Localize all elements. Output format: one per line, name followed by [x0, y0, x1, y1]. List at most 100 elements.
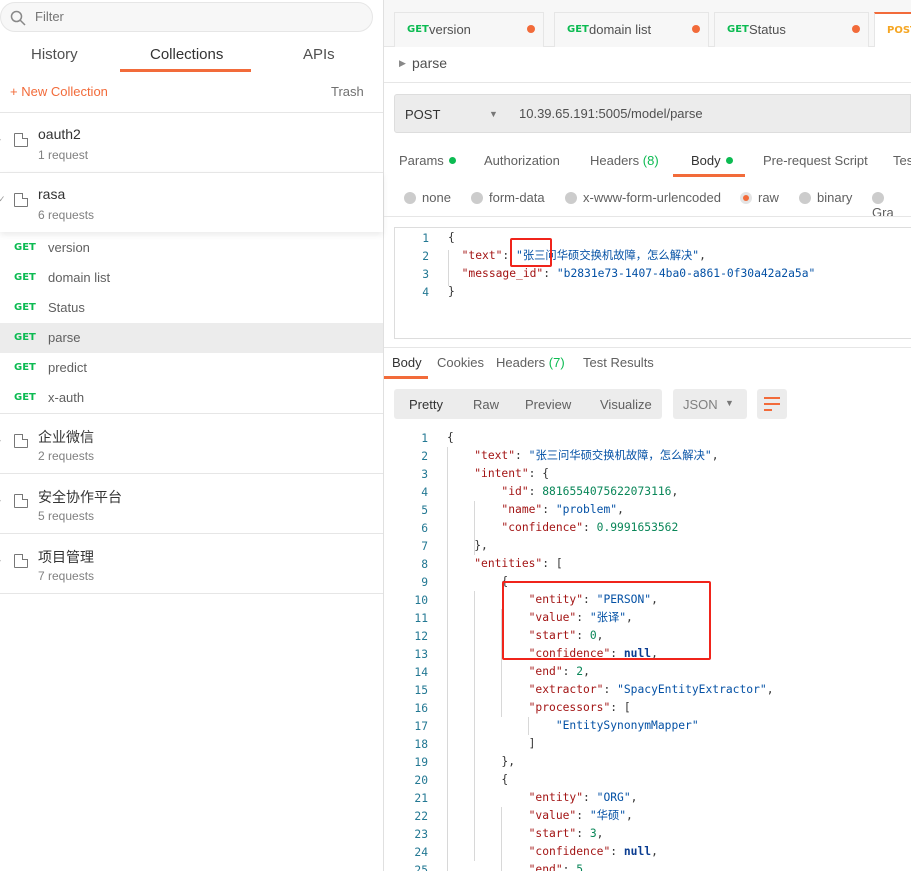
- code-token: : [: [542, 557, 563, 570]
- line-number: 20: [414, 774, 428, 787]
- folder-icon: [14, 434, 28, 448]
- view-raw[interactable]: Raw: [473, 397, 499, 412]
- tab-params[interactable]: Params: [399, 153, 456, 168]
- request-item[interactable]: GET Status: [0, 293, 383, 323]
- indent-guide: [474, 591, 475, 861]
- code-token: "张三问华硕交换机故障，怎么解决": [528, 449, 712, 462]
- collection-2[interactable]: › 企业微信 2 requests: [0, 413, 383, 473]
- body-type-x-www-form-urlencoded[interactable]: x-www-form-urlencoded: [565, 190, 721, 205]
- collection-3[interactable]: › 安全协作平台 5 requests: [0, 473, 383, 533]
- tab-pre-request-script[interactable]: Pre-request Script: [763, 153, 868, 168]
- tab-tes[interactable]: Tes: [893, 153, 911, 168]
- request-item[interactable]: GET domain list: [0, 263, 383, 293]
- collection-name: 安全协作平台: [38, 489, 122, 505]
- view-pretty[interactable]: Pretty: [409, 397, 443, 412]
- collection-4[interactable]: › 项目管理 7 requests: [0, 533, 383, 593]
- tab-body[interactable]: Body: [691, 153, 733, 168]
- body-type-binary[interactable]: binary: [799, 190, 852, 205]
- search-icon: [10, 10, 26, 26]
- code-token: "processors": [528, 701, 611, 714]
- code-token: :: [603, 683, 618, 696]
- url-field[interactable]: [509, 94, 911, 133]
- tab-collections[interactable]: Collections: [150, 46, 223, 63]
- caret-right-icon[interactable]: ▶: [399, 58, 406, 69]
- new-collection-button[interactable]: + New Collection: [10, 84, 108, 99]
- method-badge: GET: [567, 24, 589, 35]
- response-tab-headers[interactable]: Headers (7): [496, 355, 565, 370]
- request-body-editor[interactable]: 1 {2 "text": "张三问华硕交换机故障，怎么解决", 3 "message…: [394, 227, 911, 339]
- code-token: "intent": [474, 467, 529, 480]
- divider: [384, 347, 911, 348]
- chevron-right-icon[interactable]: ›: [0, 495, 1, 505]
- request-item[interactable]: GET predict: [0, 353, 383, 383]
- line-number: 4: [421, 486, 428, 499]
- chevron-right-icon[interactable]: ›: [0, 555, 1, 565]
- code-token: "confidence": [501, 521, 584, 534]
- request-item[interactable]: GET parse: [0, 323, 383, 353]
- request-tab[interactable]: GET Status: [714, 12, 869, 47]
- response-tab-test-results[interactable]: Test Results: [583, 355, 654, 370]
- response-tab-body[interactable]: Body: [392, 355, 422, 370]
- collection-1[interactable]: ✓ rasa 6 requests: [0, 172, 383, 232]
- tab-label: Tes: [893, 153, 911, 168]
- code-line: {: [447, 429, 454, 447]
- tab-label: Headers: [590, 153, 640, 168]
- request-tab[interactable]: POST: [874, 12, 911, 47]
- response-tab-cookies[interactable]: Cookies: [437, 355, 484, 370]
- view-visualize[interactable]: Visualize: [600, 397, 652, 412]
- body-type-none[interactable]: none: [404, 190, 451, 205]
- code-line: "confidence": null,: [447, 843, 658, 861]
- radio-icon: [799, 192, 811, 204]
- body-type-raw[interactable]: raw: [740, 190, 779, 205]
- trash-button[interactable]: Trash: [331, 84, 364, 99]
- unsaved-dot-icon: [527, 25, 535, 33]
- active-tab-indicator: [673, 174, 745, 177]
- tab-apis[interactable]: APIs: [303, 46, 335, 63]
- line-number: 19: [414, 756, 428, 769]
- radio-label: binary: [817, 190, 853, 205]
- radio-icon: [740, 192, 752, 204]
- tab-label: Headers: [496, 355, 546, 370]
- filter-field[interactable]: [0, 2, 373, 32]
- body-type-form-data[interactable]: form-data: [471, 190, 545, 205]
- chevron-right-icon[interactable]: ›: [0, 134, 1, 144]
- tab-authorization[interactable]: Authorization: [484, 153, 560, 168]
- radio-icon: [471, 192, 483, 204]
- code-line: "end": 5: [447, 861, 583, 871]
- status-dot-icon: [725, 157, 733, 164]
- format-select[interactable]: JSON ▼: [673, 389, 747, 419]
- line-number: 2: [422, 250, 429, 263]
- filter-input[interactable]: [35, 9, 335, 24]
- collection-0[interactable]: › oauth2 1 request: [0, 112, 383, 172]
- request-item[interactable]: GET x-auth: [0, 383, 383, 413]
- chevron-right-icon[interactable]: ›: [0, 435, 1, 445]
- request-item[interactable]: GET version: [0, 233, 383, 263]
- code-token: 0.9991653562: [596, 521, 679, 534]
- code-token: ]: [447, 737, 536, 750]
- radio-label: none: [422, 190, 451, 205]
- view-preview[interactable]: Preview: [525, 397, 571, 412]
- code-token: ,: [711, 449, 719, 462]
- code-token: "b2831e73-1407-4ba0-a861-0f30a42a2a5a": [556, 267, 816, 280]
- wrap-lines-button[interactable]: [757, 389, 787, 419]
- request-tab[interactable]: GET version: [394, 12, 544, 47]
- unsaved-dot-icon: [852, 25, 860, 33]
- line-number: 18: [414, 738, 428, 751]
- url-input[interactable]: [519, 106, 899, 121]
- request-name: x-auth: [48, 390, 85, 405]
- line-number: 16: [414, 702, 428, 715]
- code-line: "entity": "ORG",: [447, 789, 638, 807]
- tab-headers[interactable]: Headers (8): [590, 153, 659, 168]
- tab-name: version: [429, 22, 471, 37]
- code-token: },: [447, 755, 516, 768]
- chevron-down-icon[interactable]: ✓: [0, 194, 6, 205]
- line-number: 10: [414, 594, 428, 607]
- request-tab[interactable]: GET domain list: [554, 12, 709, 47]
- method-select[interactable]: POST ▼: [394, 94, 510, 133]
- code-token: {: [447, 431, 454, 444]
- tab-history[interactable]: History: [31, 46, 78, 63]
